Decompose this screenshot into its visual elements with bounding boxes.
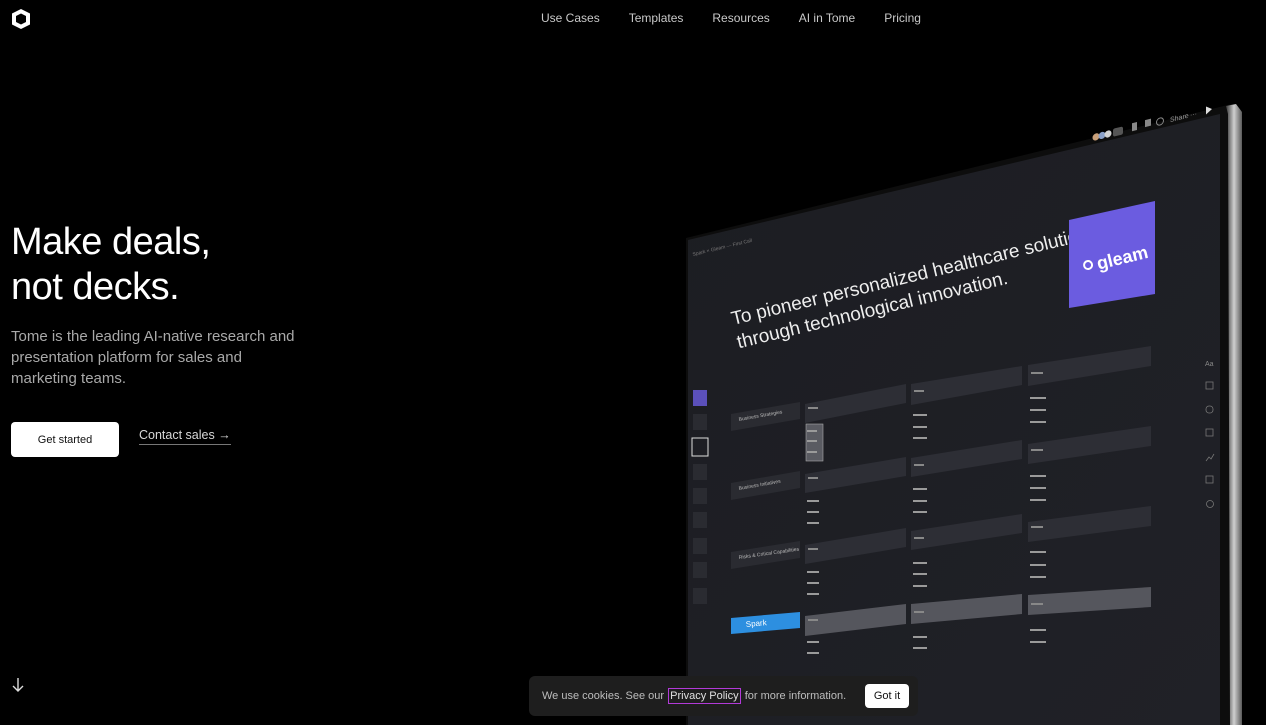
table-cell [1028, 587, 1151, 615]
avatar [1092, 133, 1100, 141]
chart-icon [1132, 122, 1137, 132]
slide-thumbnails [691, 390, 709, 604]
table-cell [911, 440, 1022, 477]
avatar-count [1113, 126, 1123, 137]
row-label-text: Business Strategies [738, 409, 783, 423]
nav-use-cases[interactable]: Use Cases [541, 11, 600, 25]
cookie-text-after: for more information. [744, 690, 847, 702]
hero-subtitle: Tome is the leading AI-native research a… [11, 328, 295, 387]
image-tool-icon [1205, 381, 1214, 390]
avatar [1104, 130, 1112, 138]
chart-tool-icon [1205, 453, 1215, 462]
nav-ai-in-tome[interactable]: AI in Tome [799, 11, 855, 25]
cookie-banner: We use cookies. See our Privacy Policy f… [529, 676, 918, 716]
share-label: Share [1170, 112, 1189, 124]
slide-thumbnail [693, 512, 707, 528]
cookie-text-before: We use cookies. See our [542, 690, 665, 702]
hero-title-line2: not decks. [11, 266, 180, 308]
table-cell [911, 514, 1022, 550]
monitor-edge [1226, 104, 1242, 725]
table-cell [911, 366, 1022, 405]
table-cell [805, 457, 906, 493]
privacy-policy-link[interactable]: Privacy Policy [668, 688, 741, 704]
arrow-down-icon[interactable] [11, 677, 25, 693]
slide-thumbnail [693, 390, 707, 406]
nav-pricing[interactable]: Pricing [884, 11, 921, 25]
monitor-screen [688, 114, 1220, 725]
screen-breadcrumb: Spark × Gleam — First Call [692, 238, 753, 258]
more-icon: ··· [1190, 110, 1197, 120]
row-label [731, 402, 800, 431]
table-cell [805, 384, 906, 423]
row-label [731, 471, 800, 500]
table-cell [1028, 346, 1151, 386]
table-cell [805, 528, 906, 564]
spark-row-label [731, 612, 800, 634]
shape-tool-icon [1205, 405, 1214, 414]
monitor-frame [686, 104, 1242, 725]
text-tool-icon: Aa [1205, 361, 1214, 368]
selected-block [805, 423, 824, 462]
screen-headline-line1: To pioneer personalized healthcare solut… [729, 222, 1100, 330]
gleam-card-label: gleam [1095, 242, 1150, 274]
right-toolbar: Aa [1205, 361, 1215, 508]
screen-headline: To pioneer personalized healthcare solut… [729, 222, 1100, 354]
tome-logo-icon[interactable] [10, 8, 32, 30]
hero-title: Make deals, not decks. [11, 220, 211, 310]
present-icon [1206, 106, 1212, 115]
nav-resources[interactable]: Resources [712, 11, 769, 25]
row-label-text: Risks & Critical Capabilities [738, 547, 800, 561]
slide-thumbnail [693, 562, 707, 578]
row-label-text: Business Initiatives [738, 479, 781, 492]
slide-thumbnail [693, 538, 707, 554]
hero-title-line1: Make deals, [11, 221, 211, 263]
contact-sales-link[interactable]: Contact sales → [139, 428, 231, 445]
get-started-button[interactable]: Get started [11, 422, 119, 457]
table-cell [805, 604, 906, 636]
play-circle-icon [1156, 117, 1164, 126]
row-label-text: Spark [745, 618, 768, 629]
gleam-logo-icon [1083, 260, 1094, 271]
table-cell [1028, 506, 1151, 542]
top-nav: Use Cases Templates Resources AI in Tome… [541, 11, 921, 25]
gleam-card [1069, 201, 1155, 308]
avatar [1098, 131, 1106, 140]
grid-tool-icon [1205, 475, 1214, 484]
slide-thumbnail [693, 488, 707, 504]
row-label [731, 541, 800, 569]
slide-thumbnail [693, 414, 707, 430]
table-tool-icon [1205, 428, 1214, 437]
table-cell [1028, 426, 1151, 464]
screen-headline-line2: through technological innovation. [735, 268, 1010, 353]
screen-toolbar: Share ··· [1092, 106, 1212, 141]
table-cell [911, 594, 1022, 624]
slide-thumbnail [693, 464, 707, 480]
embed-tool-icon [1206, 500, 1214, 508]
got-it-button[interactable]: Got it [865, 684, 909, 708]
slide-thumbnail-active [691, 437, 709, 457]
strategy-table: Business Strategies Business Initiatives… [731, 346, 1151, 654]
slide-thumbnail [693, 588, 707, 604]
nav-templates[interactable]: Templates [629, 11, 684, 25]
comment-icon [1145, 118, 1151, 128]
